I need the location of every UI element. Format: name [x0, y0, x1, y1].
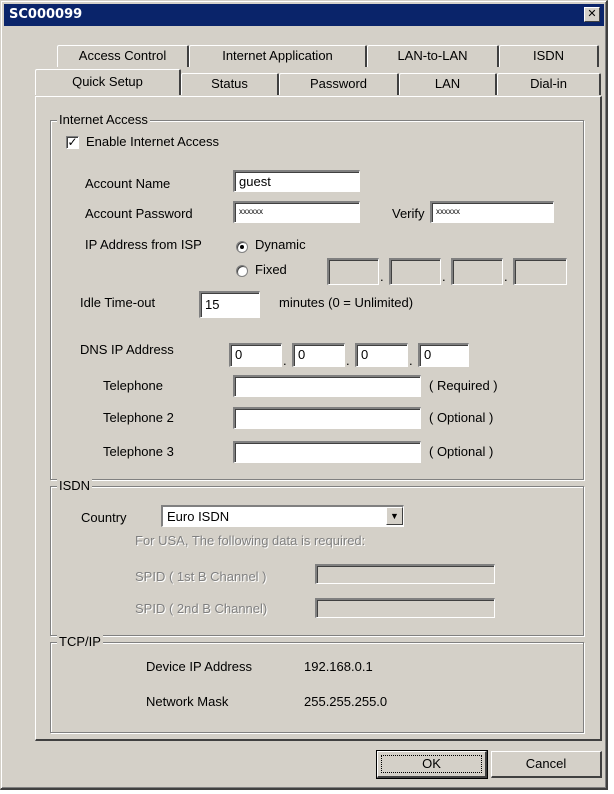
spid1-label: SPID ( 1st B Channel ): [135, 569, 267, 584]
telephone-note: ( Required ): [429, 378, 498, 393]
tab-quick-setup[interactable]: Quick Setup: [35, 69, 181, 95]
focus-ring: [381, 755, 482, 773]
ip-from-isp-label: IP Address from ISP: [85, 237, 202, 252]
idle-timeout-input[interactable]: 15: [199, 291, 260, 318]
spid2-label: SPID ( 2nd B Channel): [135, 601, 268, 616]
tab-label: Status: [211, 76, 248, 91]
tab-password[interactable]: Password: [279, 73, 399, 95]
tab-label: LAN-to-LAN: [397, 48, 468, 63]
verify-label: Verify: [392, 206, 425, 221]
account-name-input[interactable]: guest: [233, 170, 360, 192]
tcpip-legend: TCP/IP: [57, 634, 103, 650]
device-ip-value: 192.168.0.1: [304, 659, 373, 674]
ip-separator: .: [409, 353, 413, 368]
telephone-label: Telephone: [103, 378, 163, 393]
tab-label: ISDN: [532, 48, 565, 63]
tab-label: Password: [309, 76, 368, 91]
telephone-2-input[interactable]: [233, 407, 421, 429]
telephone-3-label: Telephone 3: [103, 444, 174, 459]
tab-label: Internet Application: [222, 48, 333, 63]
country-select[interactable]: Euro ISDN ▼: [161, 505, 404, 527]
country-label: Country: [81, 510, 127, 525]
tab-label: Access Control: [78, 48, 167, 63]
spid2-input[interactable]: [315, 598, 495, 618]
telephone-input[interactable]: [233, 375, 421, 397]
fixed-ip-octet-1[interactable]: [327, 258, 379, 285]
ok-button[interactable]: OK: [376, 750, 488, 779]
device-ip-label: Device IP Address: [146, 659, 252, 674]
telephone-3-input[interactable]: [233, 441, 421, 463]
tab-internet-application[interactable]: Internet Application: [189, 45, 367, 67]
tab-label: Quick Setup: [72, 74, 143, 89]
isdn-legend: ISDN: [57, 478, 93, 494]
dynamic-label: Dynamic: [255, 237, 306, 252]
telephone-2-note: ( Optional ): [429, 410, 494, 425]
fixed-label: Fixed: [255, 262, 287, 277]
fixed-ip-octet-2[interactable]: [389, 258, 441, 285]
tab-access-control[interactable]: Access Control: [57, 45, 189, 67]
dns-ip-octet-3[interactable]: 0: [355, 343, 408, 367]
tab-lan-to-lan[interactable]: LAN-to-LAN: [367, 45, 499, 67]
netmask-value: 255.255.255.0: [304, 694, 388, 709]
dns-ip-label: DNS IP Address: [80, 342, 174, 357]
ip-separator: .: [442, 269, 446, 284]
telephone-2-label: Telephone 2: [103, 410, 174, 425]
account-name-label: Account Name: [85, 176, 171, 191]
usa-note: For USA, The following data is required:: [135, 533, 366, 548]
enable-internet-access-label: Enable Internet Access: [86, 134, 219, 149]
title-bar: SC000099 ✕: [4, 4, 604, 26]
country-select-value: Euro ISDN: [167, 509, 230, 524]
tab-label: Dial-in: [530, 76, 567, 91]
window-title: SC000099: [9, 7, 83, 22]
dns-ip-octet-4[interactable]: 0: [418, 343, 469, 367]
ip-separator: .: [346, 353, 350, 368]
internet-access-legend: Internet Access: [57, 112, 150, 128]
account-password-input[interactable]: xxxxxx: [233, 201, 360, 223]
idle-timeout-label: Idle Time-out: [80, 295, 156, 310]
quick-setup-panel: Internet Access ✓ Enable Internet Access…: [35, 96, 602, 741]
dns-ip-octet-1[interactable]: 0: [229, 343, 282, 367]
idle-timeout-suffix: minutes (0 = Unlimited): [279, 295, 414, 310]
dns-ip-octet-2[interactable]: 0: [292, 343, 345, 367]
tab-lan[interactable]: LAN: [399, 73, 497, 95]
fixed-ip-octet-4[interactable]: [513, 258, 567, 285]
dynamic-radio[interactable]: [236, 241, 248, 253]
verify-password-input[interactable]: xxxxxx: [430, 201, 554, 223]
tab-dial-in[interactable]: Dial-in: [497, 73, 601, 95]
fixed-ip-octet-3[interactable]: [451, 258, 503, 285]
ip-separator: .: [380, 269, 384, 284]
cancel-button-label: Cancel: [525, 756, 567, 771]
tcpip-group: TCP/IP: [50, 634, 584, 733]
ip-separator: .: [283, 353, 287, 368]
cancel-button[interactable]: Cancel: [491, 751, 602, 778]
fixed-radio[interactable]: [236, 265, 248, 277]
chevron-down-icon[interactable]: ▼: [386, 507, 403, 525]
dialog-window: SC000099 ✕ Access Control Internet Appli…: [0, 0, 608, 790]
ip-separator: .: [504, 269, 508, 284]
telephone-3-note: ( Optional ): [429, 444, 494, 459]
tab-status[interactable]: Status: [181, 73, 279, 95]
close-icon[interactable]: ✕: [584, 7, 600, 22]
account-password-label: Account Password: [85, 206, 193, 221]
tab-label: LAN: [434, 76, 461, 91]
enable-internet-access-checkbox[interactable]: ✓: [66, 136, 79, 149]
spid1-input[interactable]: [315, 564, 495, 584]
netmask-label: Network Mask: [146, 694, 229, 709]
tab-isdn[interactable]: ISDN: [499, 45, 599, 67]
